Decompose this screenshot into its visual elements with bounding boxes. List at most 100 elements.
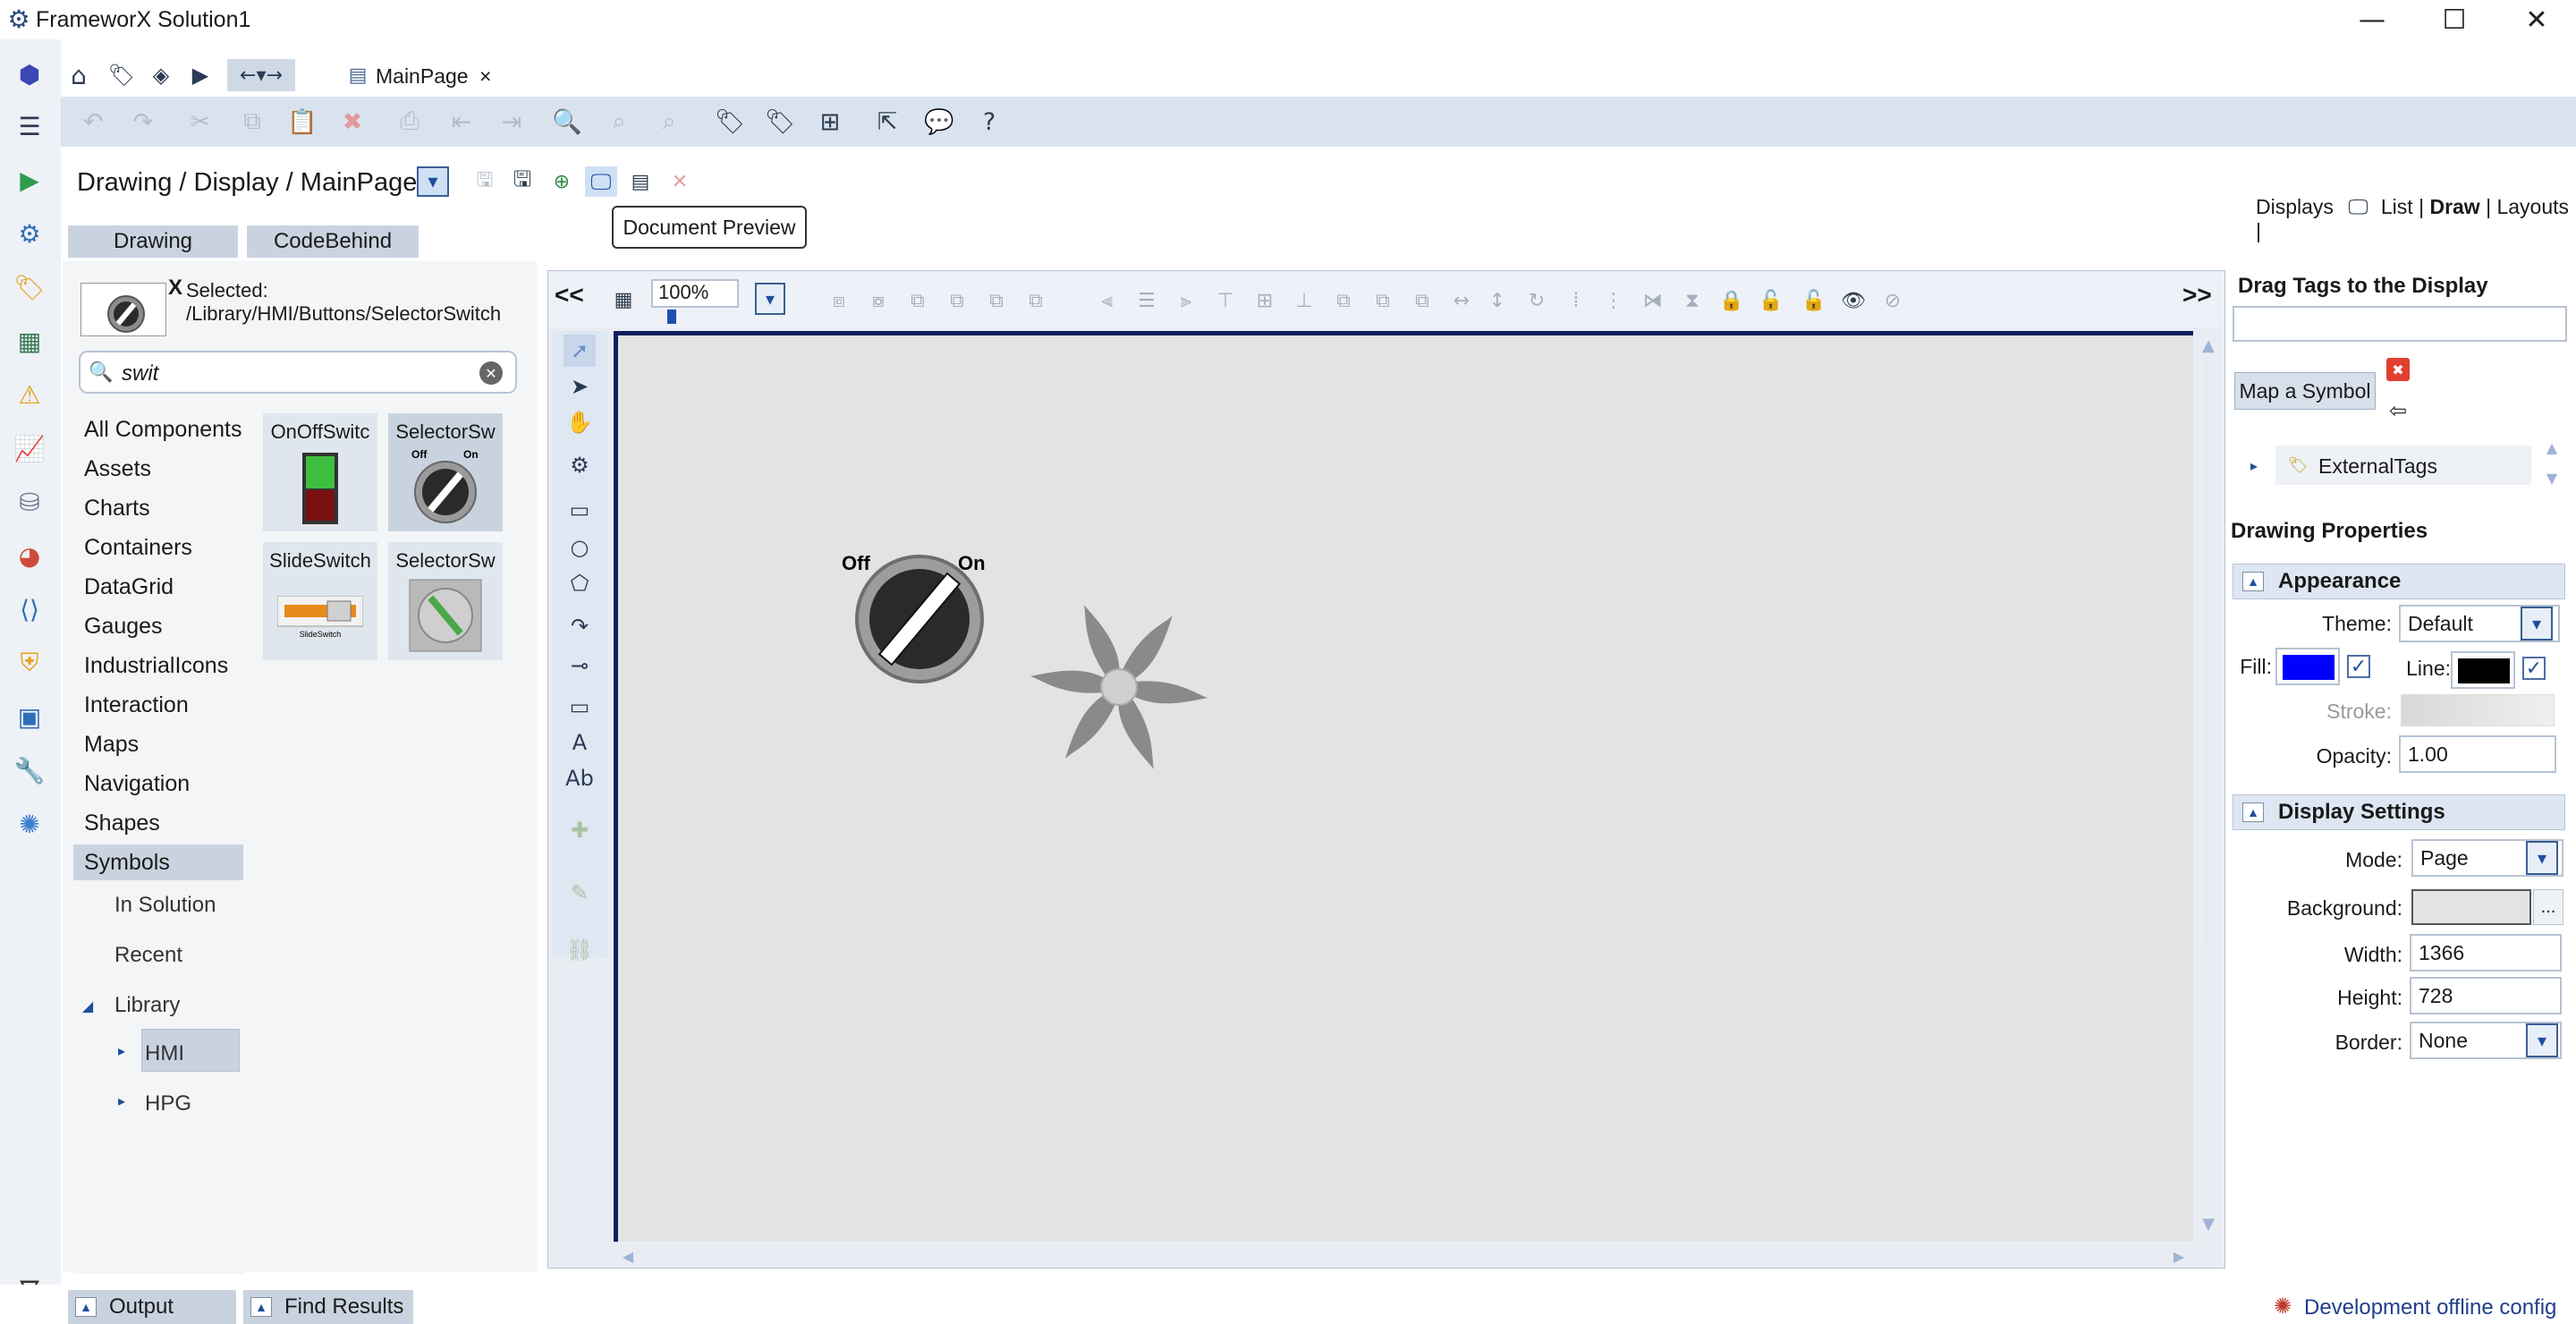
grid-icon[interactable]: ▦ [610, 284, 637, 315]
forward-icon[interactable]: ⧉ [980, 284, 1013, 317]
category-item[interactable]: Navigation [73, 766, 243, 802]
tree-item-label[interactable]: ExternalTags [2318, 454, 2437, 479]
text-tool-icon[interactable]: A [564, 726, 596, 759]
align-left-icon[interactable]: ⫷ [1091, 284, 1123, 317]
width-input[interactable]: 1366 [2410, 934, 2562, 972]
bring-front-icon[interactable]: ⧉ [902, 284, 934, 317]
group-icon[interactable]: ⧈ [823, 284, 855, 317]
curve-tool-icon[interactable]: ↷ [564, 610, 596, 642]
subcat-library[interactable]: Library [114, 993, 180, 1018]
theme-dropdown[interactable]: ▾ [2521, 607, 2553, 641]
reports-icon[interactable]: ◕ [11, 537, 48, 574]
align-top-icon[interactable]: ⊤ [1209, 284, 1241, 317]
copy-icon[interactable]: ⧉ [234, 104, 270, 140]
ellipse-tool-icon[interactable]: ○ [564, 531, 596, 564]
select-tool-icon[interactable]: ➚ [564, 335, 596, 367]
layouts-link[interactable]: Layouts [2496, 195, 2569, 218]
expand-hpg-icon[interactable]: ▸ [113, 1091, 131, 1109]
save-icon[interactable]: 🖫 [472, 166, 497, 197]
drawing-canvas[interactable]: Off On [614, 331, 2193, 1242]
fill-checkbox[interactable]: ✓ [2347, 655, 2370, 678]
pointer-tool-icon[interactable]: ➤ [564, 370, 596, 403]
list-link[interactable]: List [2381, 195, 2413, 218]
label-tool-icon[interactable]: Ab [564, 762, 596, 794]
space-h-icon[interactable]: ⦙ [1560, 284, 1592, 317]
backward-icon[interactable]: ⧉ [1020, 284, 1052, 317]
background-color-picker[interactable] [2411, 889, 2531, 925]
zoom-dropdown[interactable]: ▾ [755, 283, 785, 315]
opacity-input[interactable]: 1.00 [2399, 735, 2556, 773]
category-item[interactable]: Gauges [73, 608, 243, 644]
expand-library-icon[interactable]: ◢ [79, 997, 97, 1014]
find-results-tab[interactable]: ▲ Find Results [243, 1290, 413, 1324]
category-item[interactable]: Shapes [73, 805, 243, 841]
unlock-icon[interactable]: 🔓 [1755, 284, 1787, 317]
alarms-icon[interactable]: ⚠ [11, 376, 48, 413]
connect-edit-icon[interactable]: ✎ [564, 877, 596, 909]
symbol-thumbnail[interactable]: SelectorSw [388, 542, 503, 660]
devices-icon[interactable]: ▦ [11, 322, 48, 360]
search-box[interactable]: 🔍 swit ✕ [79, 351, 517, 394]
category-item[interactable]: DataGrid [73, 569, 243, 605]
map-symbol-button[interactable]: Map a Symbol [2234, 372, 2376, 410]
tab-drawing[interactable]: Drawing [68, 225, 238, 258]
scripts-icon[interactable]: ⟨⟩ [11, 590, 48, 628]
menu-icon[interactable]: ☰ [11, 107, 48, 145]
mode-dropdown[interactable]: ▾ [2526, 841, 2558, 875]
back-forward-icon[interactable]: ←▾→ [227, 59, 295, 91]
run-icon[interactable]: ▶ [11, 161, 48, 199]
delete-icon[interactable]: ✖ [335, 104, 370, 140]
subcat-hmi[interactable]: HMI [145, 1041, 184, 1066]
category-item[interactable]: Containers [73, 530, 243, 565]
security-icon[interactable]: ⛨ [11, 644, 48, 682]
symbol-thumbnail[interactable]: OnOffSwitc [263, 413, 377, 531]
arrow-left-icon[interactable]: ⇦ [2385, 397, 2411, 424]
page-settings-icon[interactable]: ▤ [626, 166, 655, 197]
textbox-tool-icon[interactable]: ▭ [564, 691, 596, 723]
category-item[interactable]: IndustrialIcons [73, 648, 243, 683]
clear-search-icon[interactable]: ✕ [479, 361, 503, 385]
fan-symbol[interactable] [1030, 605, 1208, 769]
subcat-in-solution[interactable]: In Solution [114, 893, 216, 918]
search-icon[interactable]: 🔍 [549, 104, 585, 140]
category-item[interactable]: Maps [73, 726, 243, 762]
category-item[interactable]: All Components [73, 412, 243, 447]
scroll-left-icon[interactable]: ◀ [617, 1245, 639, 1267]
category-item-symbols[interactable]: Symbols [73, 844, 243, 880]
send-back-icon[interactable]: ⧉ [941, 284, 973, 317]
connect-add-icon[interactable]: ✚ [564, 814, 596, 846]
line-checkbox[interactable]: ✓ [2522, 657, 2546, 680]
displays-icon[interactable]: ▣ [11, 698, 48, 735]
flip-v-icon[interactable]: ⧗ [1676, 284, 1708, 317]
background-more-button[interactable]: ... [2533, 889, 2563, 925]
paint-icon[interactable]: ◈ [145, 59, 177, 91]
import-icon[interactable]: ⇤ [444, 104, 479, 140]
scroll-up-icon[interactable]: ▲ [2199, 333, 2218, 358]
distribute-v-icon[interactable]: ⧉ [1367, 284, 1399, 317]
draw-link[interactable]: Draw [2429, 195, 2479, 218]
rectangle-tool-icon[interactable]: ▭ [564, 494, 596, 526]
align-middle-icon[interactable]: ⊞ [1249, 284, 1281, 317]
gear-tool-icon[interactable]: ⚙ [564, 449, 596, 481]
display-settings-section[interactable]: ▲ Display Settings [2233, 794, 2565, 830]
rotate-icon[interactable]: ↻ [1521, 284, 1553, 317]
tag-filter-input[interactable] [2233, 306, 2567, 342]
zoom-slider-thumb[interactable] [667, 310, 676, 324]
undo-icon[interactable]: ↶ [75, 104, 111, 140]
category-item[interactable]: Interaction [73, 687, 243, 723]
help-icon[interactable]: ? [971, 104, 1007, 140]
export-icon[interactable]: ⇥ [494, 104, 530, 140]
expand-output-icon[interactable]: ▲ [75, 1297, 97, 1317]
tools-icon[interactable]: 🔧 [11, 751, 48, 789]
find-prev-icon[interactable]: ⌕ [651, 104, 687, 140]
category-item[interactable]: Assets [73, 451, 243, 487]
align-center-icon[interactable]: ☰ [1131, 284, 1163, 317]
add-tag-icon[interactable]: 🏷 [712, 104, 748, 140]
height-input[interactable]: 728 [2410, 977, 2562, 1014]
maximize-button[interactable]: ☐ [2413, 0, 2496, 39]
clear-selection-button[interactable]: X [168, 276, 182, 301]
redo-icon[interactable]: ↷ [125, 104, 161, 140]
close-window-button[interactable]: ✕ [2496, 0, 2576, 39]
tag-settings-icon[interactable]: 🏷 [762, 104, 798, 140]
new-page-icon[interactable]: ⊕ [547, 166, 576, 197]
